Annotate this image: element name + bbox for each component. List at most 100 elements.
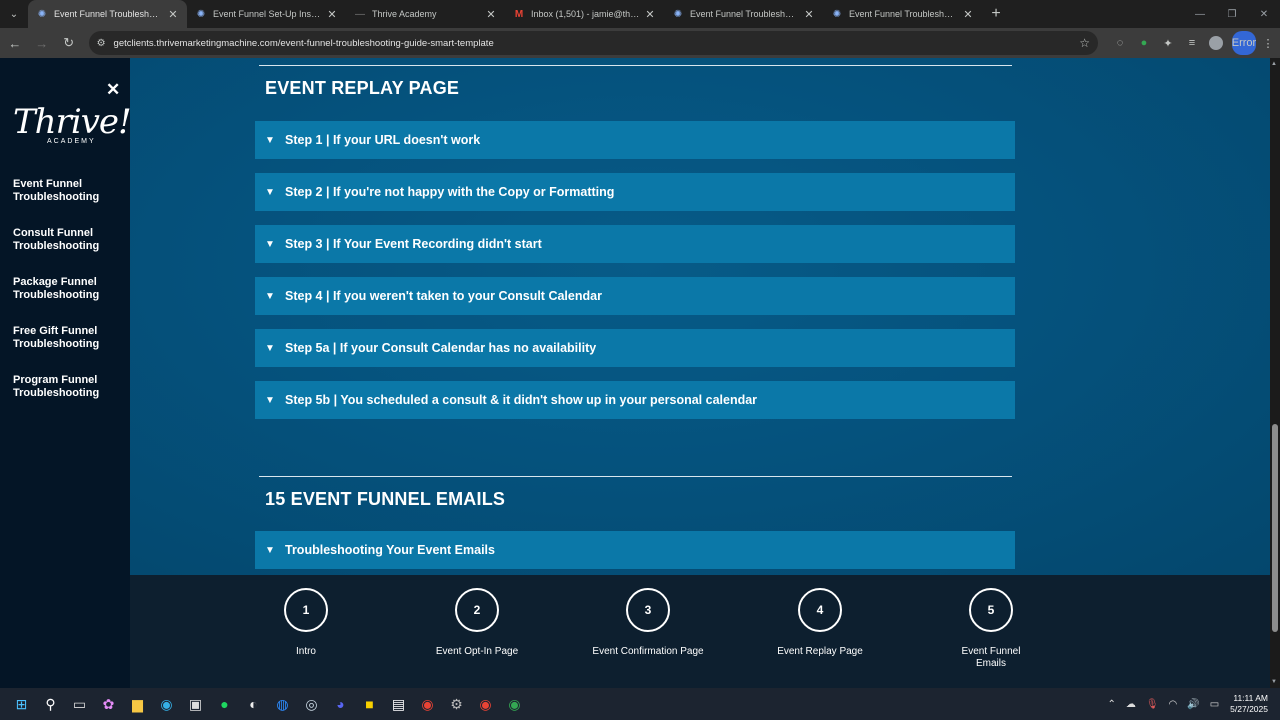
store-icon[interactable]: ▣ bbox=[181, 688, 210, 720]
close-tab-icon[interactable]: ✕ bbox=[962, 8, 974, 21]
windows-start-icon[interactable]: ⊞ bbox=[7, 688, 36, 720]
browser-tab-strip: ⌄ ✺ Event Funnel Troubleshooting G ✕ ✺ E… bbox=[0, 0, 1280, 28]
replay-section-title: EVENT REPLAY PAGE bbox=[265, 78, 460, 98]
step-number: 3 bbox=[626, 588, 670, 632]
thrive-academy-logo[interactable]: Thrive! ACADEMY bbox=[13, 102, 132, 145]
sidebar-item-program-funnel[interactable]: Program Funnel Troubleshooting bbox=[13, 374, 123, 400]
terminal-icon[interactable]: ▤ bbox=[384, 688, 413, 720]
gear-favicon-icon: ✺ bbox=[832, 8, 842, 20]
step-number: 5 bbox=[969, 588, 1013, 632]
sidebar-item-free-gift-funnel[interactable]: Free Gift Funnel Troubleshooting bbox=[13, 325, 123, 351]
new-tab-button[interactable]: + bbox=[982, 5, 1010, 23]
search-icon[interactable]: ⚲ bbox=[36, 688, 65, 720]
scroll-down-icon[interactable]: ▼ bbox=[1271, 679, 1277, 685]
accordion-label: Troubleshooting Your Event Emails bbox=[285, 543, 495, 557]
page-scrollbar[interactable]: ▲ ▼ bbox=[1270, 58, 1280, 688]
close-tab-icon[interactable]: ✕ bbox=[644, 8, 656, 21]
accordion-label: Step 2 | If you're not happy with the Co… bbox=[285, 185, 615, 199]
dropbox-icon[interactable]: ◐ bbox=[239, 688, 268, 720]
microphone-icon[interactable]: 🎙 bbox=[1146, 699, 1159, 710]
section-divider bbox=[259, 65, 1012, 66]
zoom-icon[interactable]: ◍ bbox=[268, 688, 297, 720]
accordion-step-2[interactable]: ▼ Step 2 | If you're not happy with the … bbox=[255, 173, 1015, 211]
task-view-icon[interactable]: ▭ bbox=[65, 688, 94, 720]
scrollbar-thumb[interactable] bbox=[1272, 424, 1278, 632]
minimize-icon[interactable]: — bbox=[1184, 0, 1216, 28]
step-number: 4 bbox=[798, 588, 842, 632]
dash-favicon-icon: — bbox=[355, 8, 365, 20]
browser-toolbar: ← → ↻ ⚙ getclients.thrivemarketingmachin… bbox=[0, 28, 1280, 58]
tab-search-icon[interactable]: ⌄ bbox=[0, 0, 28, 28]
extensions-puzzle-icon[interactable]: ✦ bbox=[1156, 31, 1180, 55]
volume-icon[interactable]: 🔊 bbox=[1187, 699, 1199, 710]
accordion-step-3[interactable]: ▼ Step 3 | If Your Event Recording didn'… bbox=[255, 225, 1015, 263]
steam-icon[interactable]: ◎ bbox=[297, 688, 326, 720]
close-tab-icon[interactable]: ✕ bbox=[326, 8, 338, 21]
site-info-icon[interactable]: ⚙ bbox=[97, 38, 106, 49]
show-hidden-icons-icon[interactable]: ⌃ bbox=[1107, 699, 1115, 710]
chrome-profile-icon[interactable]: ◉ bbox=[500, 688, 529, 720]
progress-step-5[interactable]: 5 Event Funnel Emails bbox=[931, 588, 1051, 670]
accordion-step-4[interactable]: ▼ Step 4 | If you weren't taken to your … bbox=[255, 277, 1015, 315]
progress-step-4[interactable]: 4 Event Replay Page bbox=[760, 588, 880, 658]
browser-tab-2[interactable]: ✺ Event Funnel Set-Up Instruction ✕ bbox=[187, 0, 346, 28]
clock-time: 11:11 AM bbox=[1233, 693, 1268, 703]
accordion-step-1[interactable]: ▼ Step 1 | If your URL doesn't work bbox=[255, 121, 1015, 159]
close-window-icon[interactable]: ✕ bbox=[1248, 0, 1280, 28]
chevron-down-icon: ▼ bbox=[265, 290, 275, 302]
file-explorer-icon[interactable]: ▆ bbox=[123, 688, 152, 720]
sidebar-item-consult-funnel[interactable]: Consult Funnel Troubleshooting bbox=[13, 227, 123, 253]
sidebar-nav: Event Funnel Troubleshooting Consult Fun… bbox=[13, 178, 123, 423]
sticky-notes-icon[interactable]: ■ bbox=[355, 688, 384, 720]
bookmark-star-icon[interactable]: ☆ bbox=[1079, 36, 1090, 50]
reading-list-icon[interactable]: ≡ bbox=[1180, 31, 1204, 55]
restore-icon[interactable]: ❐ bbox=[1216, 0, 1248, 28]
tab-title: Thrive Academy bbox=[372, 9, 437, 19]
close-tab-icon[interactable]: ✕ bbox=[167, 8, 179, 21]
progress-step-3[interactable]: 3 Event Confirmation Page bbox=[588, 588, 708, 658]
browser-tab-5[interactable]: ✺ Event Funnel Troubleshooting G ✕ bbox=[664, 0, 823, 28]
accordion-step-5a[interactable]: ▼ Step 5a | If your Consult Calendar has… bbox=[255, 329, 1015, 367]
spotify-icon[interactable]: ● bbox=[210, 688, 239, 720]
wifi-icon[interactable]: ◠ bbox=[1169, 699, 1178, 710]
onedrive-icon[interactable]: ☁ bbox=[1126, 699, 1136, 710]
close-tab-icon[interactable]: ✕ bbox=[803, 8, 815, 21]
chevron-down-icon: ▼ bbox=[265, 342, 275, 354]
address-bar[interactable]: ⚙ getclients.thrivemarketingmachine.com/… bbox=[88, 31, 1098, 55]
copilot-icon[interactable]: ✿ bbox=[94, 688, 123, 720]
progress-step-1[interactable]: 1 Intro bbox=[246, 588, 366, 658]
progress-steps: 1 Intro 2 Event Opt-In Page 3 Event Conf… bbox=[130, 575, 1270, 688]
emails-section-title: 15 EVENT FUNNEL EMAILS bbox=[265, 489, 506, 509]
discord-icon[interactable]: ◕ bbox=[326, 688, 355, 720]
accordion-label: Step 5a | If your Consult Calendar has n… bbox=[285, 341, 597, 355]
settings-gear-icon[interactable]: ⚙ bbox=[442, 688, 471, 720]
battery-icon[interactable]: ▭ bbox=[1210, 699, 1219, 710]
extension-loading-icon[interactable]: ◌ bbox=[1108, 31, 1132, 55]
browser-tab-4[interactable]: M Inbox (1,501) - jamie@thrive-a ✕ bbox=[505, 0, 664, 28]
browser-tab-3[interactable]: — Thrive Academy ✕ bbox=[346, 0, 505, 28]
edge-icon[interactable]: ◉ bbox=[152, 688, 181, 720]
close-tab-icon[interactable]: ✕ bbox=[485, 8, 497, 21]
clock[interactable]: 11:11 AM 5/27/2025 bbox=[1230, 693, 1268, 715]
sidebar-item-event-funnel[interactable]: Event Funnel Troubleshooting bbox=[13, 178, 123, 204]
browser-tab-1[interactable]: ✺ Event Funnel Troubleshooting G ✕ bbox=[28, 0, 187, 28]
back-arrow-icon[interactable]: ← bbox=[3, 31, 27, 55]
logo-script: Thrive! bbox=[13, 102, 132, 142]
forward-arrow-icon[interactable]: → bbox=[30, 31, 54, 55]
chrome-profile-icon[interactable]: ◉ bbox=[471, 688, 500, 720]
more-menu-icon[interactable]: ⋮ bbox=[1256, 31, 1280, 55]
chrome-icon[interactable]: ◉ bbox=[413, 688, 442, 720]
profile-avatar[interactable] bbox=[1208, 36, 1223, 50]
error-button[interactable]: Error bbox=[1232, 31, 1256, 55]
reload-icon[interactable]: ↻ bbox=[57, 31, 81, 55]
accordion-step-5b[interactable]: ▼ Step 5b | You scheduled a consult & it… bbox=[255, 381, 1015, 419]
browser-tab-6[interactable]: ✺ Event Funnel Troubleshooting G ✕ bbox=[823, 0, 982, 28]
accordion-event-emails[interactable]: ▼ Troubleshooting Your Event Emails bbox=[255, 531, 1015, 569]
sidebar: ✕ Thrive! ACADEMY Event Funnel Troublesh… bbox=[0, 58, 132, 688]
step-number: 1 bbox=[284, 588, 328, 632]
progress-step-2[interactable]: 2 Event Opt-In Page bbox=[417, 588, 537, 658]
grammarly-icon[interactable]: ● bbox=[1132, 31, 1156, 55]
close-sidebar-icon[interactable]: ✕ bbox=[106, 80, 120, 100]
scroll-up-icon[interactable]: ▲ bbox=[1271, 61, 1277, 67]
sidebar-item-package-funnel[interactable]: Package Funnel Troubleshooting bbox=[13, 276, 123, 302]
